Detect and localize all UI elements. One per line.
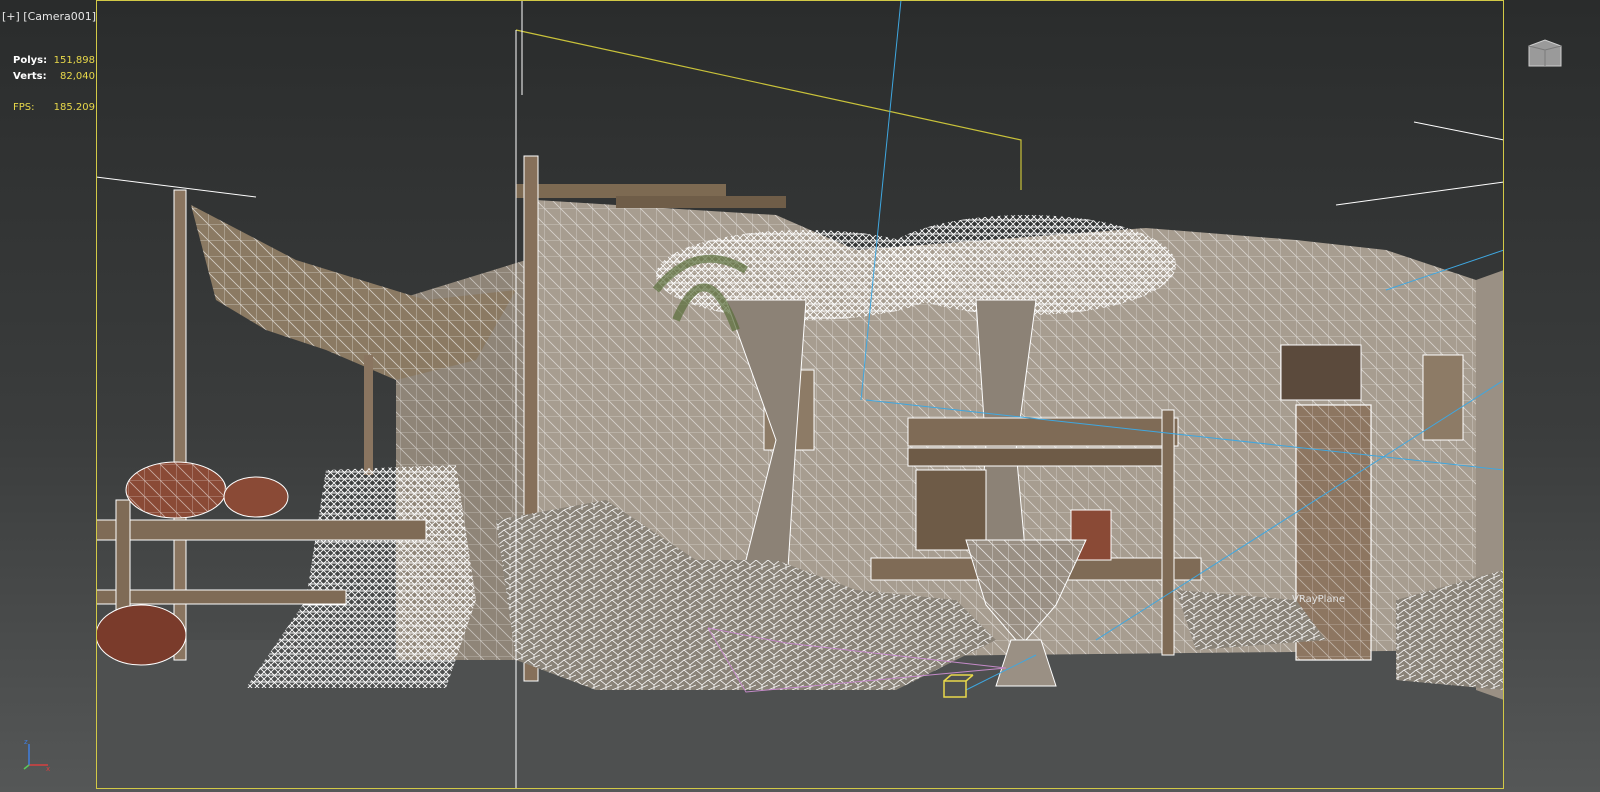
viewport-statistics: Polys: 151,898 Verts: 82,040 FPS: 185.20… xyxy=(13,53,95,116)
fps-value: 185.209 xyxy=(53,102,95,113)
polys-stat: Polys: 151,898 xyxy=(13,53,95,69)
fps-stat: FPS: 185.209 xyxy=(13,100,95,116)
polys-value: 151,898 xyxy=(53,55,95,66)
vray-plane-label: VRayPlane xyxy=(1292,594,1345,605)
svg-text:x: x xyxy=(46,765,50,772)
verts-stat: Verts: 82,040 xyxy=(13,69,95,85)
verts-label: Verts: xyxy=(13,71,47,82)
verts-value: 82,040 xyxy=(60,71,95,82)
axis-tripod-icon: x z xyxy=(22,738,56,773)
view-cube-icon[interactable] xyxy=(1525,38,1565,70)
scene-render[interactable]: VRayPlane xyxy=(96,0,1504,789)
svg-text:z: z xyxy=(24,738,28,746)
fps-label: FPS: xyxy=(13,102,35,113)
polys-label: Polys: xyxy=(13,55,48,66)
viewport-label[interactable]: [+] [Camera001] xyxy=(2,10,96,24)
